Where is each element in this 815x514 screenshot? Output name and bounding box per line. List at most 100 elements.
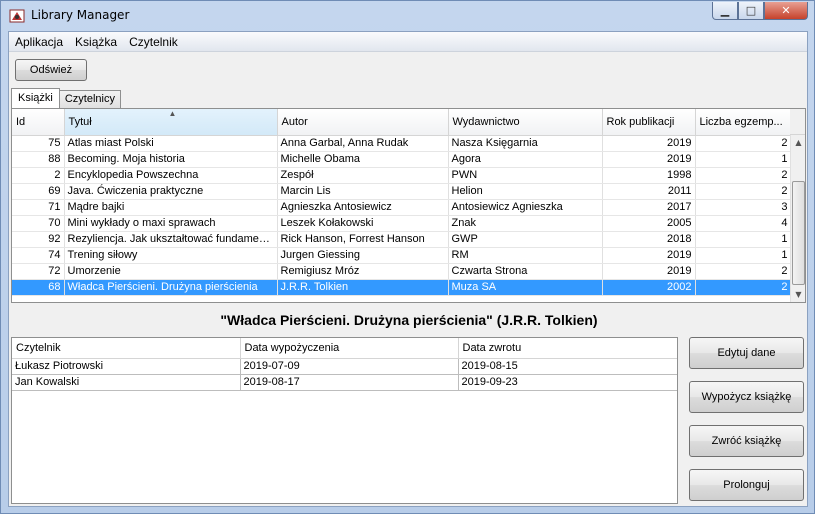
tab-books[interactable]: Książki xyxy=(11,88,60,108)
app-icon xyxy=(9,9,25,23)
table-row[interactable]: 92 Rezyliencja. Jak ukształtować fundamen… xyxy=(12,231,791,248)
table-cell: Znak xyxy=(448,215,603,232)
column-header-year[interactable]: Rok publikacji xyxy=(602,109,696,136)
window-title: Library Manager xyxy=(31,8,130,22)
scroll-up-icon[interactable]: ▲ xyxy=(791,135,806,150)
extend-loan-button[interactable]: Prolonguj xyxy=(689,469,804,501)
column-header-reader[interactable]: Czytelnik xyxy=(12,338,241,359)
table-cell: Władca Pierścieni. Drużyna pierścienia xyxy=(64,279,278,296)
maximize-icon[interactable]: □ xyxy=(738,2,764,20)
loan-row[interactable]: Jan Kowalski 2019-08-17 2019-09-23 xyxy=(12,374,677,391)
table-cell: 2002 xyxy=(602,279,696,296)
table-cell: Zespół xyxy=(277,167,449,184)
table-row[interactable]: 75 Atlas miast Polski Anna Garbal, Anna Ru… xyxy=(12,135,791,152)
table-row[interactable]: 88 Becoming. Moja historia Michelle Obama A… xyxy=(12,151,791,168)
column-header-title[interactable]: Tytuł ▲ xyxy=(64,109,278,136)
table-cell: 2 xyxy=(695,167,791,184)
table-cell: Agnieszka Antosiewicz xyxy=(277,199,449,216)
loan-cell: 2019-08-17 xyxy=(240,374,459,391)
table-row[interactable]: 69 Java. Ćwiczenia praktyczne Marcin Lis He… xyxy=(12,183,791,200)
table-cell: Agora xyxy=(448,151,603,168)
tab-readers[interactable]: Czytelnicy xyxy=(58,90,121,108)
table-cell: 75 xyxy=(12,135,65,152)
loans-table-container: Czytelnik Data wypożyczenia Data zwrotu … xyxy=(11,337,678,504)
column-header-author[interactable]: Autor xyxy=(277,109,449,136)
table-cell: 2005 xyxy=(602,215,696,232)
table-cell: 2018 xyxy=(602,231,696,248)
table-cell: Mądre bajki xyxy=(64,199,278,216)
books-panel: Id Tytuł ▲ Autor Wydawnictwo Rok publika… xyxy=(11,108,806,303)
table-cell: Nasza Księgarnia xyxy=(448,135,603,152)
table-cell: 2017 xyxy=(602,199,696,216)
loans-table: Czytelnik Data wypożyczenia Data zwrotu … xyxy=(12,338,677,391)
column-header-return-date[interactable]: Data zwrotu xyxy=(458,338,677,359)
refresh-button[interactable]: Odśwież xyxy=(15,59,87,81)
loan-cell: Łukasz Piotrowski xyxy=(12,358,241,375)
loan-cell: Jan Kowalski xyxy=(12,374,241,391)
scroll-down-icon[interactable]: ▼ xyxy=(791,287,806,302)
table-cell: 2 xyxy=(695,183,791,200)
table-row[interactable]: 70 Mini wykłady o maxi sprawach Leszek Koł… xyxy=(12,215,791,232)
loan-cell: 2019-07-09 xyxy=(240,358,459,375)
menu-aplikacja[interactable]: Aplikacja xyxy=(9,35,69,49)
table-cell: 88 xyxy=(12,151,65,168)
menu-ksiazka[interactable]: Książka xyxy=(69,35,123,49)
table-cell: 2019 xyxy=(602,151,696,168)
table-cell: 69 xyxy=(12,183,65,200)
table-cell: Mini wykłady o maxi sprawach xyxy=(64,215,278,232)
table-cell: 70 xyxy=(12,215,65,232)
loan-cell: 2019-08-15 xyxy=(458,358,677,375)
table-cell: Java. Ćwiczenia praktyczne xyxy=(64,183,278,200)
table-cell: 2019 xyxy=(602,263,696,280)
scrollbar-thumb[interactable] xyxy=(792,181,805,285)
column-header-publisher[interactable]: Wydawnictwo xyxy=(448,109,603,136)
loan-cell: 2019-09-23 xyxy=(458,374,677,391)
column-header-loan-date[interactable]: Data wypożyczenia xyxy=(240,338,459,359)
table-cell: Remigiusz Mróz xyxy=(277,263,449,280)
table-cell: Rick Hanson, Forrest Hanson xyxy=(277,231,449,248)
table-cell: Helion xyxy=(448,183,603,200)
table-cell: 2 xyxy=(12,167,65,184)
table-cell: Muza SA xyxy=(448,279,603,296)
table-cell: Becoming. Moja historia xyxy=(64,151,278,168)
menu-bar: Aplikacja Książka Czytelnik xyxy=(9,32,807,52)
table-cell: PWN xyxy=(448,167,603,184)
table-cell: 68 xyxy=(12,279,65,296)
table-cell: 2 xyxy=(695,135,791,152)
client-area: Aplikacja Książka Czytelnik Odśwież Ksią… xyxy=(8,31,808,507)
table-cell: 2011 xyxy=(602,183,696,200)
selected-book-heading: "Władca Pierścieni. Drużyna pierścienia"… xyxy=(220,312,598,328)
table-cell: 74 xyxy=(12,247,65,264)
loan-row[interactable]: Łukasz Piotrowski 2019-07-09 2019-08-15 xyxy=(12,358,677,375)
table-row[interactable]: 72 Umorzenie Remigiusz Mróz Czwarta Strona 2… xyxy=(12,263,791,280)
table-cell: RM xyxy=(448,247,603,264)
column-header-copies[interactable]: Liczba egzemp... xyxy=(695,109,791,136)
app-window: Library Manager ▁ □ ✕ Aplikacja Książka … xyxy=(0,0,815,514)
books-table-container: Id Tytuł ▲ Autor Wydawnictwo Rok publika… xyxy=(12,109,791,302)
books-scrollbar[interactable]: ▲ ▼ xyxy=(790,135,805,302)
table-cell: Antosiewicz Agnieszka xyxy=(448,199,603,216)
column-header-id[interactable]: Id xyxy=(12,109,65,136)
table-row[interactable]: 68 Władca Pierścieni. Drużyna pierścienia… xyxy=(12,279,791,296)
title-bar[interactable]: Library Manager ▁ □ ✕ xyxy=(1,1,814,31)
return-book-button[interactable]: Zwróć książkę xyxy=(689,425,804,457)
table-cell: Czwarta Strona xyxy=(448,263,603,280)
table-row[interactable]: 2 Encyklopedia Powszechna Zespół PWN 1998 2 xyxy=(12,167,791,184)
table-row[interactable]: 74 Trening siłowy Jurgen Giessing RM 2019 1 xyxy=(12,247,791,264)
close-icon[interactable]: ✕ xyxy=(764,2,808,20)
table-cell: Michelle Obama xyxy=(277,151,449,168)
table-cell: Leszek Kołakowski xyxy=(277,215,449,232)
table-cell: 2 xyxy=(695,263,791,280)
table-cell: Rezyliencja. Jak ukształtować fundament.… xyxy=(64,231,278,248)
edit-data-button[interactable]: Edytuj dane xyxy=(689,337,804,369)
sort-ascending-icon: ▲ xyxy=(168,109,177,118)
table-cell: 4 xyxy=(695,215,791,232)
table-cell: Jurgen Giessing xyxy=(277,247,449,264)
table-cell: 72 xyxy=(12,263,65,280)
minimize-icon[interactable]: ▁ xyxy=(712,2,738,20)
lend-book-button[interactable]: Wypożycz książkę xyxy=(689,381,804,413)
table-cell: 2019 xyxy=(602,135,696,152)
table-row[interactable]: 71 Mądre bajki Agnieszka Antosiewicz Antosi… xyxy=(12,199,791,216)
table-cell: 1998 xyxy=(602,167,696,184)
menu-czytelnik[interactable]: Czytelnik xyxy=(123,35,184,49)
